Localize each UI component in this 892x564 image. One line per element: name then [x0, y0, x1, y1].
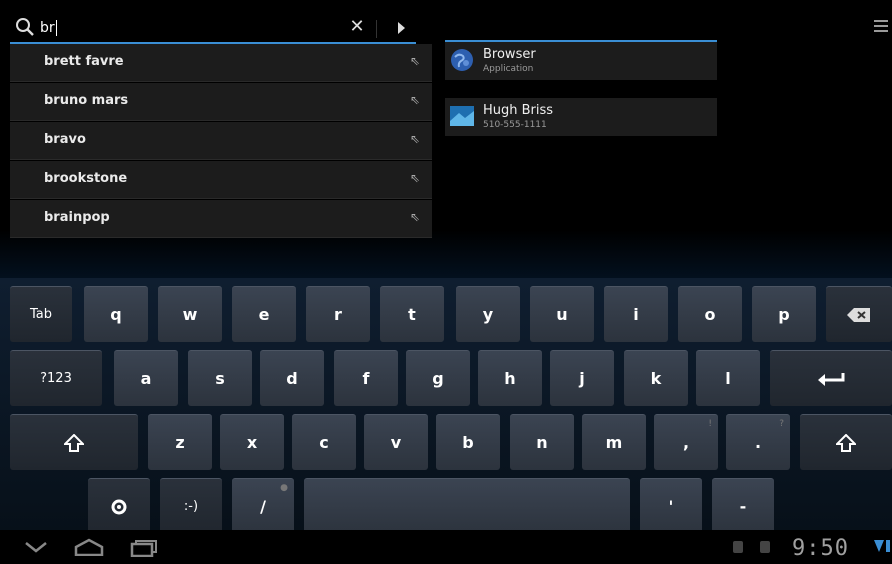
query-refine-arrow-icon[interactable]: ⇖ [410, 93, 420, 107]
key-j[interactable]: j [550, 350, 614, 406]
result-subtitle: Application [483, 64, 534, 74]
suggestion-text: brookstone [44, 171, 128, 186]
key-label: , [682, 433, 690, 452]
key-hint-dot: ● [280, 483, 288, 493]
key-k[interactable]: k [624, 350, 688, 406]
search-query-text: br [40, 20, 55, 36]
overflow-menu-icon[interactable] [874, 20, 888, 35]
query-refine-arrow-icon[interactable]: ⇖ [410, 210, 420, 224]
key-slash[interactable]: / ● [232, 478, 294, 534]
key-b[interactable]: b [436, 414, 500, 470]
email-notification-icon [760, 541, 770, 553]
key-n[interactable]: n [510, 414, 574, 470]
key-h[interactable]: h [478, 350, 542, 406]
backspace-icon [847, 307, 870, 322]
key-w[interactable]: w [158, 286, 222, 342]
shift-icon [64, 433, 84, 452]
key-c[interactable]: c [292, 414, 356, 470]
search-icon[interactable] [14, 16, 36, 38]
clear-icon[interactable]: ✕ [346, 15, 368, 39]
suggestion-item[interactable]: bravo ⇖ [10, 122, 432, 160]
result-title: Browser [483, 47, 536, 62]
key-x[interactable]: x [220, 414, 284, 470]
suggestion-text: bravo [44, 132, 86, 147]
key-label: / [260, 497, 266, 516]
home-icon[interactable] [74, 538, 104, 556]
android-debug-icon [733, 541, 743, 553]
key-label: . [754, 433, 762, 452]
recent-apps-icon[interactable] [130, 539, 158, 557]
key-shift-right[interactable] [800, 414, 892, 470]
key-y[interactable]: y [456, 286, 520, 342]
suggestion-list: brett favre ⇖ bruno mars ⇖ bravo ⇖ brook… [10, 44, 432, 239]
key-hint: ! [708, 419, 712, 429]
suggestion-text: brett favre [44, 54, 124, 69]
key-p[interactable]: p [752, 286, 816, 342]
key-a[interactable]: a [114, 350, 178, 406]
query-refine-arrow-icon[interactable]: ⇖ [410, 171, 420, 185]
key-i[interactable]: i [604, 286, 668, 342]
result-item-browser[interactable]: Browser Application [445, 42, 717, 80]
result-list: Browser Application Hugh Briss 510-555-1… [445, 40, 717, 136]
result-title: Hugh Briss [483, 103, 554, 118]
suggestion-item[interactable]: brett favre ⇖ [10, 44, 432, 82]
hide-keyboard-icon[interactable] [24, 540, 48, 554]
key-s[interactable]: s [188, 350, 252, 406]
key-apostrophe[interactable]: ' [640, 478, 702, 534]
key-m[interactable]: m [582, 414, 646, 470]
wifi-signal-icon [874, 540, 884, 552]
key-e[interactable]: e [232, 286, 296, 342]
suggestion-text: brainpop [44, 210, 110, 225]
key-symbols[interactable]: ?123 [10, 350, 102, 406]
key-f[interactable]: f [334, 350, 398, 406]
result-subtitle: 510-555-1111 [483, 120, 547, 130]
key-hint: ? [779, 419, 784, 429]
result-item-contact[interactable]: Hugh Briss 510-555-1111 [445, 98, 717, 136]
suggestion-text: bruno mars [44, 93, 129, 108]
key-o[interactable]: o [678, 286, 742, 342]
divider [376, 20, 377, 38]
key-g[interactable]: g [406, 350, 470, 406]
query-refine-arrow-icon[interactable]: ⇖ [410, 54, 420, 68]
globe-icon [451, 49, 473, 71]
soft-keyboard: Tab q w e r t y u i o p ?123 a s d f g h… [0, 278, 892, 534]
key-space[interactable] [304, 478, 630, 534]
key-smiley[interactable]: :-) [160, 478, 222, 534]
system-nav-bar: 9:50 [0, 530, 892, 564]
key-settings[interactable] [88, 478, 150, 534]
key-backspace[interactable] [826, 286, 892, 342]
query-refine-arrow-icon[interactable]: ⇖ [410, 132, 420, 146]
key-l[interactable]: l [696, 350, 760, 406]
text-caret [55, 20, 57, 36]
enter-icon [818, 372, 845, 386]
suggestion-item[interactable]: brainpop ⇖ [10, 200, 432, 238]
battery-icon [886, 540, 890, 552]
suggestion-item[interactable]: bruno mars ⇖ [10, 83, 432, 121]
key-enter[interactable] [770, 350, 892, 406]
key-t[interactable]: t [380, 286, 444, 342]
key-r[interactable]: r [306, 286, 370, 342]
search-input[interactable]: br [40, 17, 340, 39]
key-hyphen[interactable]: - [712, 478, 774, 534]
go-arrow-icon[interactable] [398, 22, 405, 34]
suggestion-item[interactable]: brookstone ⇖ [10, 161, 432, 199]
key-period[interactable]: . ? [726, 414, 790, 470]
contact-icon [450, 106, 474, 126]
key-u[interactable]: u [530, 286, 594, 342]
shift-icon [836, 433, 856, 452]
key-z[interactable]: z [148, 414, 212, 470]
key-q[interactable]: q [84, 286, 148, 342]
key-comma[interactable]: , ! [654, 414, 718, 470]
key-v[interactable]: v [364, 414, 428, 470]
clock[interactable]: 9:50 [792, 536, 849, 561]
key-d[interactable]: d [260, 350, 324, 406]
key-tab[interactable]: Tab [10, 286, 72, 342]
key-shift-left[interactable] [10, 414, 138, 470]
search-bar[interactable]: br ✕ [10, 14, 416, 44]
settings-gear-icon [111, 499, 127, 514]
